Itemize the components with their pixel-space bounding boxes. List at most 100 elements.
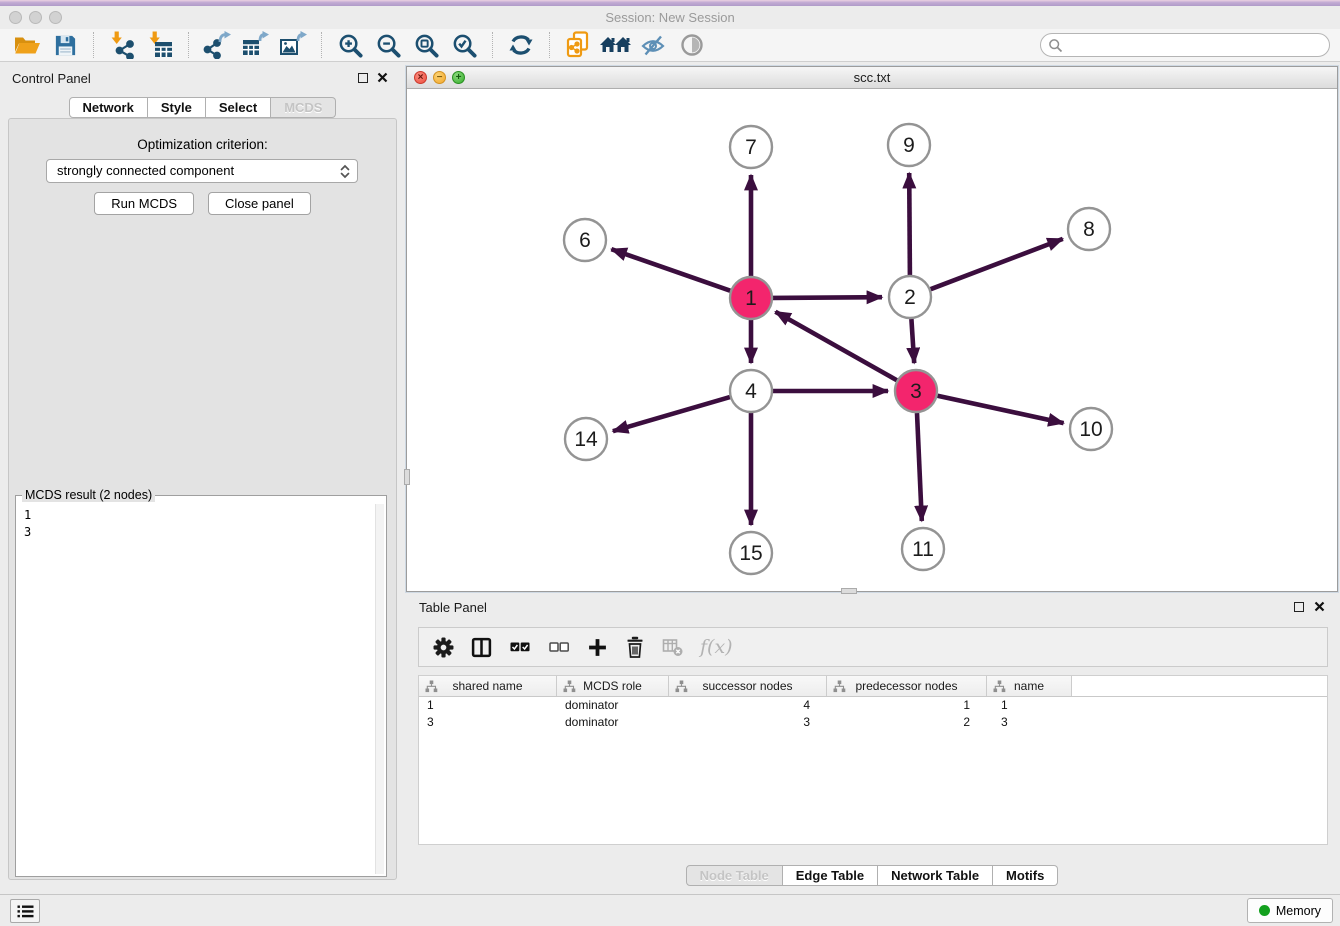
node-6[interactable]: 6: [564, 219, 606, 261]
export-image-button[interactable]: [274, 30, 312, 60]
close-panel-button[interactable]: Close panel: [208, 192, 311, 215]
tab-network[interactable]: Network: [69, 97, 148, 118]
table-cell: 3: [669, 714, 827, 731]
search-input[interactable]: [1040, 33, 1330, 57]
tab-motifs[interactable]: Motifs: [993, 865, 1058, 886]
node-1[interactable]: 1: [730, 277, 772, 319]
result-scrollbar[interactable]: [375, 504, 384, 874]
float-panel-icon[interactable]: [358, 73, 368, 83]
close-network-button[interactable]: ×: [414, 71, 427, 84]
float-table-panel-icon[interactable]: [1294, 602, 1304, 612]
node-7[interactable]: 7: [730, 126, 772, 168]
open-session-button[interactable]: [8, 30, 46, 60]
edge-1-2[interactable]: [773, 297, 882, 298]
network-canvas-svg[interactable]: 1 2 3 4 6 7 8 9 10 11 14 15: [407, 89, 1337, 591]
optimization-criterion-label: Optimization criterion:: [9, 137, 396, 152]
table-row[interactable]: 1dominator411: [419, 697, 1327, 714]
tab-node-table[interactable]: Node Table: [686, 865, 783, 886]
close-table-panel-icon[interactable]: [1314, 601, 1325, 612]
splitter-grip-left[interactable]: [404, 469, 410, 485]
delete-column-trash-icon[interactable]: [625, 636, 645, 658]
column-header-name[interactable]: name: [987, 676, 1072, 696]
task-history-button[interactable]: [10, 899, 40, 923]
node-15[interactable]: 15: [730, 532, 772, 574]
home-view-button[interactable]: [597, 30, 635, 60]
maximize-network-button[interactable]: +: [452, 71, 465, 84]
network-window-titlebar[interactable]: × − + scc.txt: [407, 67, 1337, 89]
export-network-button[interactable]: [198, 30, 236, 60]
table-settings-gear-icon[interactable]: [433, 637, 454, 658]
table-cell: 1: [987, 697, 1072, 714]
edge-3-1[interactable]: [775, 312, 896, 381]
tab-edge-table[interactable]: Edge Table: [783, 865, 878, 886]
zoom-fit-button[interactable]: [407, 30, 445, 60]
table-header-row: shared nameMCDS rolesuccessor nodesprede…: [419, 676, 1327, 697]
column-header-shared-name[interactable]: shared name: [419, 676, 557, 696]
hide-view-button[interactable]: [635, 30, 673, 60]
minimize-network-button[interactable]: −: [433, 71, 446, 84]
edge-2-9[interactable]: [909, 173, 910, 275]
column-header-predecessor-nodes[interactable]: predecessor nodes: [827, 676, 987, 696]
table-row[interactable]: 3dominator323: [419, 714, 1327, 731]
table-panel-tabs: Node TableEdge TableNetwork TableMotifs: [406, 865, 1338, 886]
tab-select[interactable]: Select: [206, 97, 271, 118]
show-columns-icon[interactable]: [471, 637, 492, 658]
svg-text:8: 8: [1083, 218, 1095, 241]
node-3[interactable]: 3: [895, 370, 937, 412]
zoom-window-button[interactable]: [49, 11, 62, 24]
tab-mcds[interactable]: MCDS: [271, 97, 336, 118]
node-14[interactable]: 14: [565, 418, 607, 460]
run-mcds-button[interactable]: Run MCDS: [94, 192, 194, 215]
export-table-icon: [241, 31, 269, 59]
refresh-layout-button[interactable]: [502, 30, 540, 60]
memory-status-icon: [1259, 905, 1270, 916]
close-window-button[interactable]: [9, 11, 22, 24]
import-network-icon: [108, 31, 136, 59]
node-11[interactable]: 11: [902, 528, 944, 570]
export-table-button[interactable]: [236, 30, 274, 60]
table-cell: 3: [987, 714, 1072, 731]
table-cell: 1: [827, 697, 987, 714]
duplicate-network-button[interactable]: [559, 30, 597, 60]
column-header-MCDS-role[interactable]: MCDS role: [557, 676, 669, 696]
column-tree-icon: [993, 680, 1006, 693]
table-body: 1dominator4113dominator323: [419, 697, 1327, 730]
node-9[interactable]: 9: [888, 124, 930, 166]
tab-network-table[interactable]: Network Table: [878, 865, 993, 886]
main-toolbar: [0, 29, 1340, 62]
mcds-buttons: Run MCDS Close panel: [9, 192, 396, 215]
zoom-selected-button[interactable]: [445, 30, 483, 60]
edge-2-8[interactable]: [931, 239, 1063, 289]
edge-3-10[interactable]: [938, 396, 1064, 423]
edge-2-3[interactable]: [911, 319, 914, 363]
zoom-out-button[interactable]: [369, 30, 407, 60]
deselect-all-icon[interactable]: [548, 637, 570, 657]
node-4[interactable]: 4: [730, 370, 772, 412]
select-all-icon[interactable]: [509, 637, 531, 657]
node-10[interactable]: 10: [1070, 408, 1112, 450]
search-icon: [1048, 38, 1063, 53]
splitter-grip-bottom[interactable]: [841, 588, 857, 594]
import-table-button[interactable]: [141, 30, 179, 60]
add-column-icon[interactable]: [587, 637, 608, 658]
save-session-button[interactable]: [46, 30, 84, 60]
node-2[interactable]: 2: [889, 276, 931, 318]
node-8[interactable]: 8: [1068, 208, 1110, 250]
zoom-in-button[interactable]: [331, 30, 369, 60]
svg-text:4: 4: [745, 380, 757, 403]
minimize-window-button[interactable]: [29, 11, 42, 24]
node-table[interactable]: shared nameMCDS rolesuccessor nodesprede…: [418, 675, 1328, 845]
memory-button[interactable]: Memory: [1247, 898, 1333, 923]
mcds-result-text[interactable]: 1 3: [18, 504, 374, 874]
edge-1-6[interactable]: [611, 249, 730, 291]
edge-3-11[interactable]: [917, 413, 922, 521]
import-network-button[interactable]: [103, 30, 141, 60]
tab-style[interactable]: Style: [148, 97, 206, 118]
column-header-successor-nodes[interactable]: successor nodes: [669, 676, 827, 696]
birdseye-view-button[interactable]: [673, 30, 711, 60]
birdseye-icon: [679, 32, 705, 58]
optimization-criterion-select[interactable]: strongly connected component: [46, 159, 358, 183]
svg-text:9: 9: [903, 134, 915, 157]
edge-4-14[interactable]: [613, 397, 730, 431]
close-panel-icon[interactable]: [377, 72, 388, 83]
